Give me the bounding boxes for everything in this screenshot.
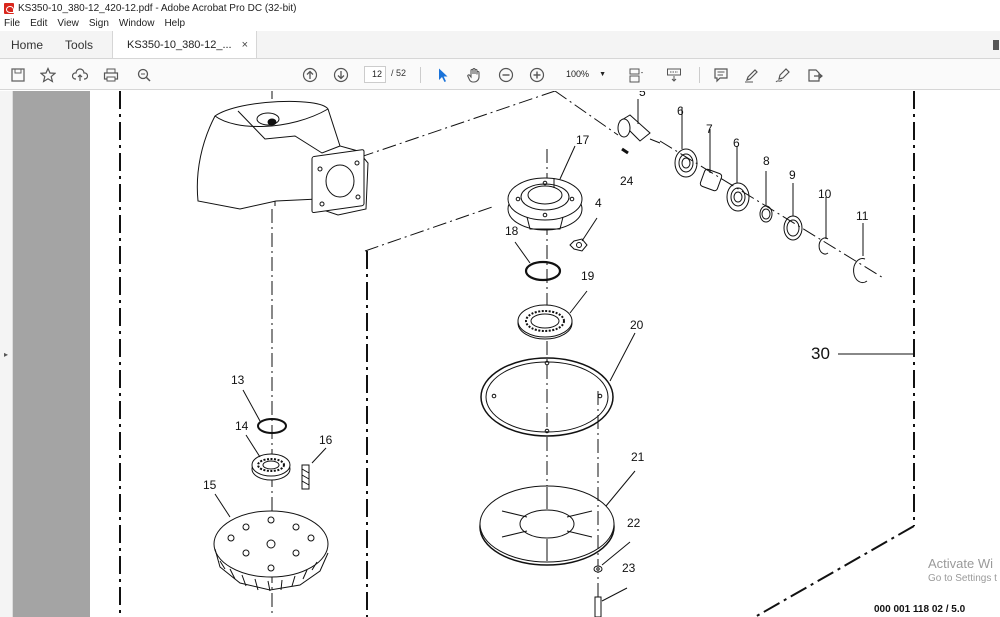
callout-part-16: 16 [319,433,333,447]
hand-icon[interactable] [464,65,484,85]
tab-document[interactable]: KS350-10_380-12_... × [112,31,258,58]
toolbar-divider [699,67,700,83]
zoom-level-select[interactable]: 100% ▼ [560,66,610,83]
callout-part-13: 13 [231,373,245,387]
callout-part-14: 14 [235,419,249,433]
upload-cloud-icon[interactable] [70,65,90,85]
sign-pen-icon[interactable] [773,65,793,85]
toolbar: 12 / 52 100% ▼ [0,59,1000,90]
tab-tools[interactable]: Tools [54,31,104,58]
watermark-line-1: Activate Wi [928,556,994,571]
callout-part-5: 5 [639,91,646,99]
watermark-line-2: Go to Settings t [928,573,997,584]
keyboard-scroll-icon[interactable] [664,65,684,85]
callout-part-9: 9 [789,168,796,182]
zoom-in-icon[interactable] [527,65,547,85]
title-bar: KS350-10_380-12_420-12.pdf - Adobe Acrob… [0,0,1000,16]
callout-part-10: 10 [818,187,832,201]
print-icon[interactable] [101,65,121,85]
close-tab-icon[interactable]: × [242,39,248,51]
callout-part-24: 24 [620,174,634,188]
menu-help[interactable]: Help [164,18,185,29]
window-title: KS350-10_380-12_420-12.pdf - Adobe Acrob… [18,2,297,14]
select-arrow-icon[interactable] [433,65,453,85]
bookmark-star-icon[interactable] [38,65,58,85]
menu-sign[interactable]: Sign [89,18,109,29]
callout-assembly-30: 30 [811,344,830,363]
zoom-search-icon[interactable] [134,65,154,85]
account-icon[interactable] [990,31,1000,58]
menu-file[interactable]: File [4,18,20,29]
callout-part-20: 20 [630,318,644,332]
callout-part-8: 8 [763,154,770,168]
exploded-parts-drawing [119,91,915,617]
document-gutter [13,91,90,617]
menu-edit[interactable]: Edit [30,18,47,29]
highlight-pen-icon[interactable] [742,65,762,85]
menu-view[interactable]: View [57,18,79,29]
callout-part-22: 22 [627,516,641,530]
callout-part-18: 18 [505,224,519,238]
tab-document-label: KS350-10_380-12_... [127,38,232,51]
tab-bar: Home Tools KS350-10_380-12_... × [0,31,1000,59]
fit-page-icon[interactable] [626,65,646,85]
zoom-level-value: 100% [566,69,590,79]
callout-part-11: 11 [856,209,869,223]
callout-part-6: 6 [677,104,684,118]
callout-part-17: 17 [576,133,590,147]
page-total: / 52 [391,68,407,78]
callout-part-21: 21 [631,450,645,464]
page-up-icon[interactable] [300,65,320,85]
chevron-right-icon: ▸ [3,349,8,359]
callout-part-23: 23 [622,561,636,575]
callout-part-7: 7 [706,122,713,136]
navigation-pane-toggle[interactable]: ▸ [0,91,13,617]
drawing-document-number: 000 001 118 02 / 5.0 [874,604,966,615]
zoom-out-icon[interactable] [496,65,516,85]
save-icon[interactable] [8,65,28,85]
page-number-input[interactable]: 12 [364,66,386,83]
page-down-icon[interactable] [331,65,351,85]
pdf-page[interactable]: 5 6 7 6 8 9 10 11 17 24 4 18 19 20 30 13… [90,91,1000,617]
callout-part-19: 19 [581,269,595,283]
callout-part-15: 15 [203,478,217,492]
acrobat-logo-icon [4,2,14,14]
menu-window[interactable]: Window [119,18,155,29]
menu-bar: File Edit View Sign Window Help [0,16,1000,31]
chevron-down-icon: ▼ [599,71,606,78]
callout-part-4: 4 [595,196,602,210]
toolbar-divider [420,67,421,83]
comment-icon[interactable] [711,65,731,85]
share-edit-icon[interactable] [805,65,825,85]
callout-part-6-second: 6 [733,136,740,150]
activation-watermark: Activate Wi Go to Settings t [928,556,997,584]
tab-home[interactable]: Home [0,31,54,58]
